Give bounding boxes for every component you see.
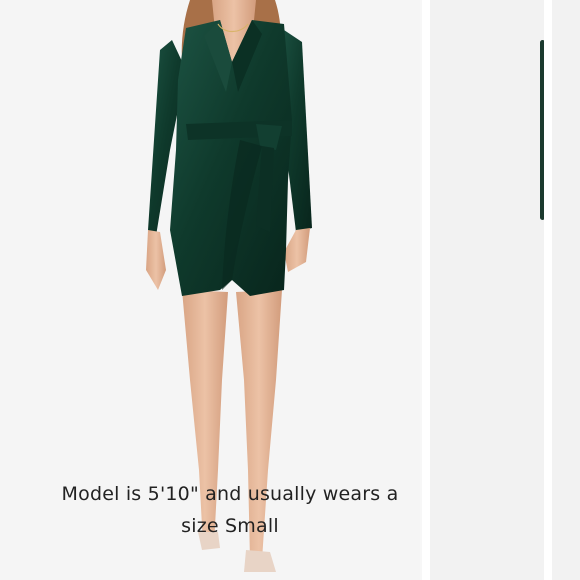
caption-line-1: Model is 5'10" and usually wears a	[61, 483, 399, 505]
next-product-photo[interactable]	[430, 0, 580, 580]
left-hand	[146, 230, 166, 290]
right-shoe	[244, 550, 276, 572]
gallery-divider	[422, 0, 430, 580]
gallery-divider-2	[544, 0, 552, 580]
model-size-caption: Model is 5'10" and usually wears a size …	[40, 478, 420, 542]
right-hand	[284, 228, 310, 272]
product-image-viewer: Model is 5'10" and usually wears a size …	[0, 0, 580, 580]
caption-line-2: size Small	[181, 515, 279, 537]
